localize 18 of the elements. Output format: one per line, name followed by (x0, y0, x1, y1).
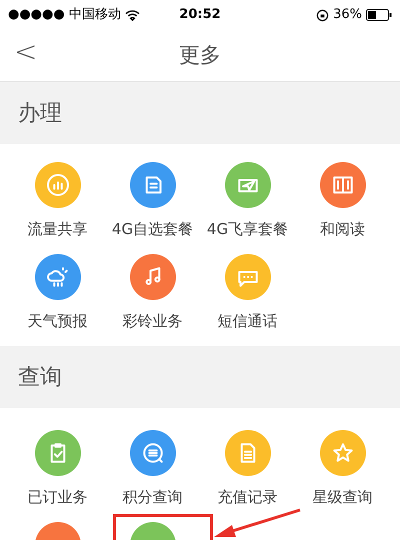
app-label: 星级查询 (312, 488, 372, 506)
app-label: 彩铃业务 (122, 312, 182, 330)
app-label: 4G飞享套餐 (206, 220, 288, 238)
section-title: 查询 (18, 364, 62, 392)
clock-text: 20:52 (179, 6, 221, 24)
section-title: 办理 (18, 100, 62, 128)
back-button[interactable]: < (14, 38, 38, 66)
app-label: 和阅读 (320, 220, 365, 238)
app-label: 流量共享 (28, 220, 88, 238)
battery-text: 36% (333, 6, 362, 24)
app-label: 短信通话 (218, 312, 278, 330)
app-label: 充值记录 (218, 488, 278, 506)
app-label: 积分查询 (122, 488, 182, 506)
carrier-text: ●●●●● 中国移动 (8, 6, 121, 24)
app-label: 已订业务 (28, 488, 88, 506)
app-label: 天气预报 (28, 312, 88, 330)
app-label: 4G自选套餐 (112, 220, 194, 238)
page-title: 更多 (179, 42, 221, 69)
